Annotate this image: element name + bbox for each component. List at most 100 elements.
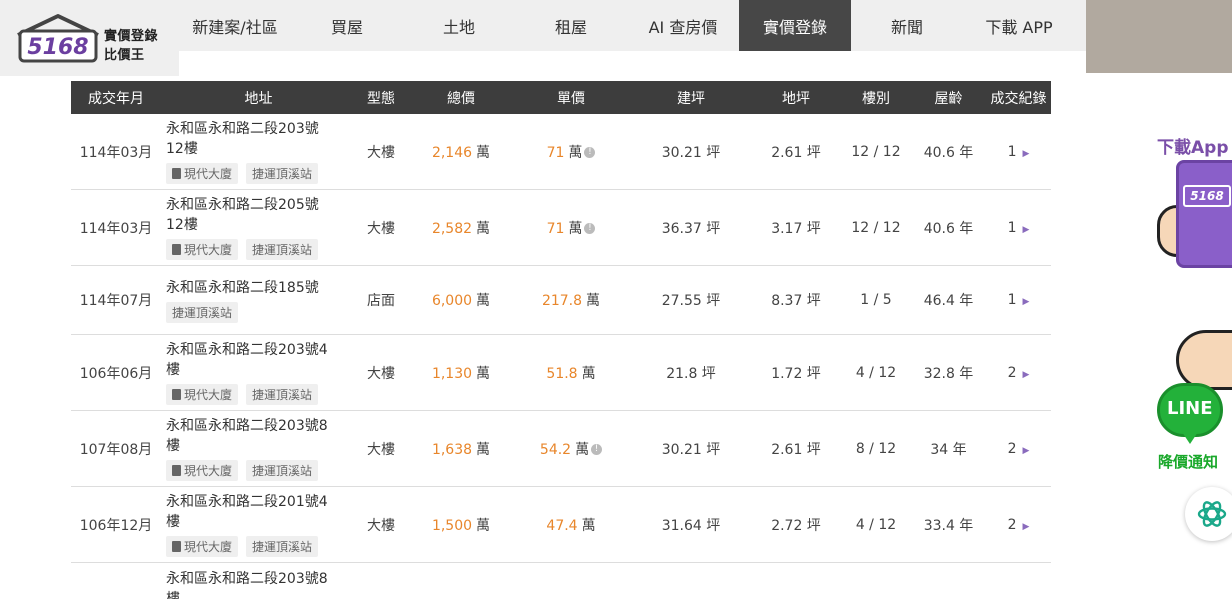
total-price-value: 1,130: [431, 365, 473, 382]
tag-badge[interactable]: 現代大廈: [166, 163, 239, 184]
price-drop-notice[interactable]: 降價通知: [1158, 451, 1218, 472]
nav-item-7[interactable]: 下載 APP: [963, 0, 1075, 51]
tag-list: 現代大廈 捷運頂溪站: [166, 163, 351, 184]
table-row[interactable]: 107年08月 永和區永和路二段203號8樓 現代大廈 捷運頂溪站 大樓 1,638 萬 54…: [71, 411, 1051, 487]
table-body: 114年03月 永和區永和路二段203號12樓 現代大廈 捷運頂溪站 大樓 2,146 萬 7…: [71, 114, 1051, 599]
chevron-right-icon[interactable]: ▶: [1023, 225, 1030, 235]
tag-badge[interactable]: 捷運頂溪站: [166, 301, 239, 323]
tag-badge[interactable]: 捷運頂溪站: [246, 239, 319, 260]
address-cell[interactable]: 永和區永和路二段203號12樓現代大廈 捷運頂溪站: [161, 119, 351, 184]
price-unit: 萬: [476, 220, 491, 237]
tag-label: 現代大廈: [184, 464, 233, 478]
info-icon[interactable]: !: [584, 223, 596, 234]
nav-item-0[interactable]: 新建案/社區: [179, 0, 291, 51]
deal-records[interactable]: 1 ▶: [986, 292, 1051, 308]
property-type: 大樓: [367, 220, 395, 237]
transaction-table: 成交年月 地址 型態 總價 單價 建坪 地坪 樓別 屋齡 成交紀錄 114年03月 永和區永和路二段…: [71, 81, 1051, 599]
address-cell[interactable]: 永和區永和路二段205號12樓現代大廈 捷運頂溪站: [161, 195, 351, 260]
address-cell[interactable]: 永和區永和路二段203號8樓: [161, 563, 351, 599]
column-header: 單價: [557, 90, 585, 107]
unit-price-value: 54.2: [539, 441, 572, 458]
table-row[interactable]: 106年12月 永和區永和路二段201號4樓 現代大廈 捷運頂溪站 大樓 1,500 萬 47…: [71, 487, 1051, 563]
land-area: 3.17 坪: [771, 220, 821, 237]
table-row[interactable]: 永和區永和路二段203號8樓: [71, 563, 1051, 599]
total-price-value: 1,638: [431, 441, 473, 458]
tag-badge[interactable]: 捷運頂溪站: [246, 536, 319, 557]
nav-item-2[interactable]: 土地: [403, 0, 515, 51]
address-cell[interactable]: 永和區永和路二段201號4樓現代大廈 捷運頂溪站: [161, 492, 351, 557]
address-text[interactable]: 永和區永和路二段203號8樓: [166, 569, 336, 599]
column-header: 成交年月: [88, 90, 144, 107]
total-price: 1,130 萬: [411, 363, 511, 383]
chevron-right-icon[interactable]: ▶: [1023, 149, 1030, 159]
deal-records[interactable]: 2 ▶: [986, 441, 1051, 457]
nav-item-1[interactable]: 買屋: [291, 0, 403, 51]
address-cell[interactable]: 永和區永和路二段185號 捷運頂溪站: [161, 278, 351, 323]
tag-badge[interactable]: 現代大廈: [166, 536, 239, 557]
unit-price-value: 47.4: [546, 517, 578, 534]
tag-list: 現代大廈 捷運頂溪站: [166, 536, 351, 557]
logo-title: 實價登錄: [104, 29, 159, 44]
address-text[interactable]: 永和區永和路二段205號12樓: [166, 195, 336, 235]
site-logo[interactable]: 5168 實價登錄 比價王: [0, 0, 179, 76]
column-header: 地坪: [782, 90, 810, 107]
tag-badge[interactable]: 現代大廈: [166, 384, 239, 405]
deal-records[interactable]: 2 ▶: [986, 365, 1051, 381]
nav-item-6[interactable]: 新聞: [851, 0, 963, 51]
tag-badge[interactable]: 捷運頂溪站: [246, 163, 319, 184]
land-area: 2.72 坪: [771, 517, 821, 534]
nav-item-3[interactable]: 租屋: [515, 0, 627, 51]
deal-records[interactable]: 1 ▶: [986, 220, 1051, 236]
land-area: 2.61 坪: [771, 441, 821, 458]
tag-badge[interactable]: 捷運頂溪站: [246, 384, 319, 405]
deal-records[interactable]: 2 ▶: [986, 517, 1051, 533]
floor: 1 / 5: [860, 292, 892, 308]
deal-records[interactable]: 1 ▶: [986, 144, 1051, 160]
tag-badge[interactable]: 現代大廈: [166, 239, 239, 260]
tag-badge[interactable]: 捷運頂溪站: [246, 460, 319, 481]
logo-subtitle: 比價王: [104, 48, 145, 63]
nav-item-5[interactable]: 實價登錄: [739, 0, 851, 51]
chevron-right-icon[interactable]: ▶: [1023, 446, 1030, 456]
column-header: 屋齡: [934, 90, 963, 107]
address-text[interactable]: 永和區永和路二段201號4樓: [166, 492, 336, 532]
building-area: 30.21 坪: [661, 144, 721, 161]
record-count: 1: [1007, 143, 1017, 160]
house-age: 34 年: [930, 441, 967, 458]
building-icon: [172, 244, 181, 255]
building-area: 30.21 坪: [661, 441, 721, 458]
address-cell[interactable]: 永和區永和路二段203號4樓現代大廈 捷運頂溪站: [161, 340, 351, 405]
tag-badge[interactable]: 現代大廈: [166, 460, 239, 481]
download-app-title[interactable]: 下載App: [1157, 133, 1229, 158]
ai-chat-button[interactable]: [1185, 487, 1232, 541]
chevron-right-icon[interactable]: ▶: [1023, 522, 1030, 532]
property-type: 大樓: [367, 441, 395, 458]
info-icon[interactable]: !: [584, 147, 596, 158]
table-row[interactable]: 114年03月 永和區永和路二段205號12樓 現代大廈 捷運頂溪站 大樓 2,582 萬 7…: [71, 190, 1051, 266]
address-text[interactable]: 永和區永和路二段203號4樓: [166, 340, 336, 380]
address-text[interactable]: 永和區永和路二段185號: [166, 278, 336, 298]
unit-price-value: 51.8: [546, 365, 578, 382]
unit-price-value: 71: [546, 144, 565, 161]
table-row[interactable]: 114年07月 永和區永和路二段185號 捷運頂溪站 店面 6,000 萬 217.8 萬 27…: [71, 266, 1051, 335]
phone-illustration[interactable]: 5168: [1176, 160, 1232, 268]
top-right-banner: [1086, 0, 1232, 73]
unit-price: 51.8 萬: [511, 363, 631, 383]
tag-label: 現代大廈: [184, 167, 233, 181]
building-icon: [172, 168, 181, 179]
unit-price-value: 71: [546, 220, 565, 237]
house-age: 40.6 年: [923, 144, 974, 161]
address-text[interactable]: 永和區永和路二段203號8樓: [166, 416, 336, 456]
nav-item-4[interactable]: AI 查房價: [627, 0, 739, 51]
tag-label: 捷運頂溪站: [252, 540, 313, 554]
table-row[interactable]: 114年03月 永和區永和路二段203號12樓 現代大廈 捷運頂溪站 大樓 2,146 萬 7…: [71, 114, 1051, 190]
property-type: 店面: [367, 293, 395, 309]
unit-price-value: 217.8: [541, 293, 583, 309]
chevron-right-icon[interactable]: ▶: [1023, 370, 1030, 380]
info-icon[interactable]: !: [591, 444, 603, 455]
chevron-right-icon[interactable]: ▶: [1023, 297, 1030, 307]
table-row[interactable]: 106年06月 永和區永和路二段203號4樓 現代大廈 捷運頂溪站 大樓 1,130 萬 51…: [71, 335, 1051, 411]
address-text[interactable]: 永和區永和路二段203號12樓: [166, 119, 336, 159]
address-cell[interactable]: 永和區永和路二段203號8樓現代大廈 捷運頂溪站: [161, 416, 351, 481]
table-header: 成交年月 地址 型態 總價 單價 建坪 地坪 樓別 屋齡 成交紀錄: [71, 81, 1051, 114]
